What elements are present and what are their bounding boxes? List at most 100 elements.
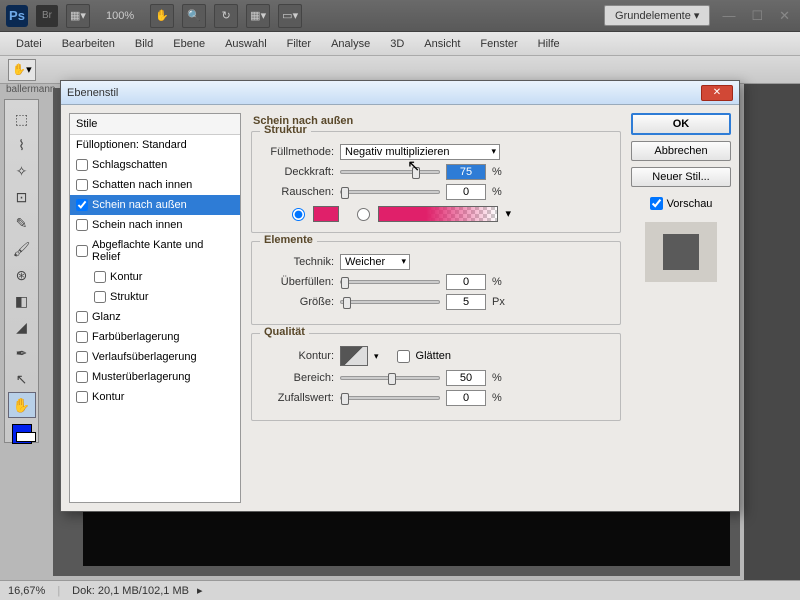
menu-3d[interactable]: 3D [380, 38, 414, 50]
gradient-tool-icon[interactable]: ◢ [8, 314, 36, 340]
menu-bild[interactable]: Bild [125, 38, 163, 50]
ueberfuellen-slider[interactable] [340, 280, 440, 284]
style-checkbox[interactable] [76, 331, 88, 343]
style-checkbox[interactable] [76, 351, 88, 363]
fill-options-row[interactable]: Fülloptionen: Standard [70, 135, 240, 155]
menu-ansicht[interactable]: Ansicht [414, 38, 470, 50]
groesse-input[interactable]: 5 [446, 294, 486, 310]
style-row[interactable]: Kontur [70, 267, 240, 287]
zufallswert-input[interactable]: 0 [446, 390, 486, 406]
style-row[interactable]: Schlagschatten [70, 155, 240, 175]
wand-tool-icon[interactable]: ✧ [8, 158, 36, 184]
style-row[interactable]: Verlaufsüberlagerung [70, 347, 240, 367]
style-row[interactable]: Glanz [70, 307, 240, 327]
zufallswert-slider[interactable] [340, 396, 440, 400]
cancel-button[interactable]: Abbrechen [631, 141, 731, 161]
bridge-icon[interactable]: Br [36, 5, 58, 27]
menu-filter[interactable]: Filter [277, 38, 321, 50]
marquee-tool-icon[interactable]: ⬚ [8, 106, 36, 132]
restore-icon[interactable]: ☐ [747, 8, 767, 24]
menu-bearbeiten[interactable]: Bearbeiten [52, 38, 125, 50]
bereich-slider[interactable] [340, 376, 440, 380]
rauschen-input[interactable]: 0 [446, 184, 486, 200]
minimize-icon[interactable]: — [718, 8, 739, 23]
style-checkbox[interactable] [94, 291, 106, 303]
dialog-close-button[interactable]: ✕ [701, 85, 733, 101]
style-label: Kontur [110, 271, 142, 283]
style-checkbox[interactable] [76, 199, 88, 211]
new-style-button[interactable]: Neuer Stil... [631, 167, 731, 187]
style-row[interactable]: Schein nach innen [70, 215, 240, 235]
menu-hilfe[interactable]: Hilfe [528, 38, 570, 50]
status-chevron-icon[interactable]: ▸ [197, 584, 203, 597]
rotate-tool-button[interactable]: ↻ [214, 4, 238, 28]
arrange-button[interactable]: ▦▾ [246, 4, 270, 28]
stamp-tool-icon[interactable]: ⊛ [8, 262, 36, 288]
style-checkbox[interactable] [76, 391, 88, 403]
style-label: Schein nach außen [92, 199, 187, 211]
ok-button[interactable]: OK [631, 113, 731, 135]
style-label: Struktur [110, 291, 149, 303]
style-row[interactable]: Schatten nach innen [70, 175, 240, 195]
color-radio[interactable] [292, 208, 305, 221]
pen-tool-icon[interactable]: ✒ [8, 340, 36, 366]
view-mode-button[interactable]: ▦▾ [66, 4, 90, 28]
style-row[interactable]: Musterüberlagerung [70, 367, 240, 387]
style-checkbox[interactable] [76, 179, 88, 191]
screen-mode-button[interactable]: ▭▾ [278, 4, 302, 28]
hand-tool-icon[interactable]: ✋ [8, 392, 36, 418]
zoom-display: 100% [98, 10, 142, 22]
style-row[interactable]: Abgeflachte Kante und Relief [70, 235, 240, 267]
contour-picker[interactable] [340, 346, 368, 366]
status-zoom[interactable]: 16,67% [8, 585, 45, 597]
style-checkbox[interactable] [76, 159, 88, 171]
groesse-slider[interactable] [340, 300, 440, 304]
glow-color-chip[interactable] [313, 206, 339, 222]
style-checkbox[interactable] [76, 245, 88, 257]
fuellmethode-select[interactable]: Negativ multiplizieren [340, 144, 500, 160]
style-row[interactable]: Schein nach außen [70, 195, 240, 215]
ueberfuellen-input[interactable]: 0 [446, 274, 486, 290]
glow-gradient-chip[interactable] [378, 206, 498, 222]
zoom-tool-button[interactable]: 🔍 [182, 4, 206, 28]
style-label: Musterüberlagerung [92, 371, 190, 383]
eraser-tool-icon[interactable]: ◧ [8, 288, 36, 314]
technik-select[interactable]: Weicher [340, 254, 410, 270]
document-tab[interactable]: ballermann [6, 84, 55, 95]
menu-fenster[interactable]: Fenster [470, 38, 527, 50]
rauschen-slider[interactable] [340, 190, 440, 194]
workspace-dropdown[interactable]: Grundelemente ▾ [604, 5, 710, 26]
close-icon[interactable]: ✕ [775, 8, 794, 24]
hand-tool-button[interactable]: ✋ [150, 4, 174, 28]
struktur-group: Struktur Füllmethode: Negativ multiplizi… [251, 131, 621, 233]
style-list-header[interactable]: Stile [70, 114, 240, 135]
preview-checkbox[interactable] [650, 197, 663, 210]
lasso-tool-icon[interactable]: ⌇ [8, 132, 36, 158]
brush-tool-icon[interactable]: 🖌 [8, 236, 36, 262]
bereich-input[interactable]: 50 [446, 370, 486, 386]
background-color-swatch[interactable] [16, 432, 36, 442]
menu-auswahl[interactable]: Auswahl [215, 38, 277, 50]
ueberfuellen-label: Überfüllen: [262, 276, 334, 288]
style-checkbox[interactable] [76, 371, 88, 383]
style-checkbox[interactable] [94, 271, 106, 283]
menu-datei[interactable]: Datei [6, 38, 52, 50]
deckkraft-slider[interactable] [340, 170, 440, 174]
current-tool-icon[interactable]: ✋▾ [8, 59, 36, 81]
gradient-radio[interactable] [357, 208, 370, 221]
dialog-titlebar[interactable]: Ebenenstil ✕ [61, 81, 739, 105]
style-row[interactable]: Struktur [70, 287, 240, 307]
glaetten-checkbox[interactable] [397, 350, 410, 363]
style-checkbox[interactable] [76, 219, 88, 231]
style-list: Stile Fülloptionen: Standard Schlagschat… [69, 113, 241, 503]
style-checkbox[interactable] [76, 311, 88, 323]
style-row[interactable]: Kontur [70, 387, 240, 407]
crop-tool-icon[interactable]: ⊡ [8, 184, 36, 210]
path-tool-icon[interactable]: ↖ [8, 366, 36, 392]
style-row[interactable]: Farbüberlagerung [70, 327, 240, 347]
eyedropper-tool-icon[interactable]: ✎ [8, 210, 36, 236]
preview-label: Vorschau [667, 198, 713, 210]
menu-ebene[interactable]: Ebene [163, 38, 215, 50]
menu-analyse[interactable]: Analyse [321, 38, 380, 50]
deckkraft-input[interactable]: 75 [446, 164, 486, 180]
